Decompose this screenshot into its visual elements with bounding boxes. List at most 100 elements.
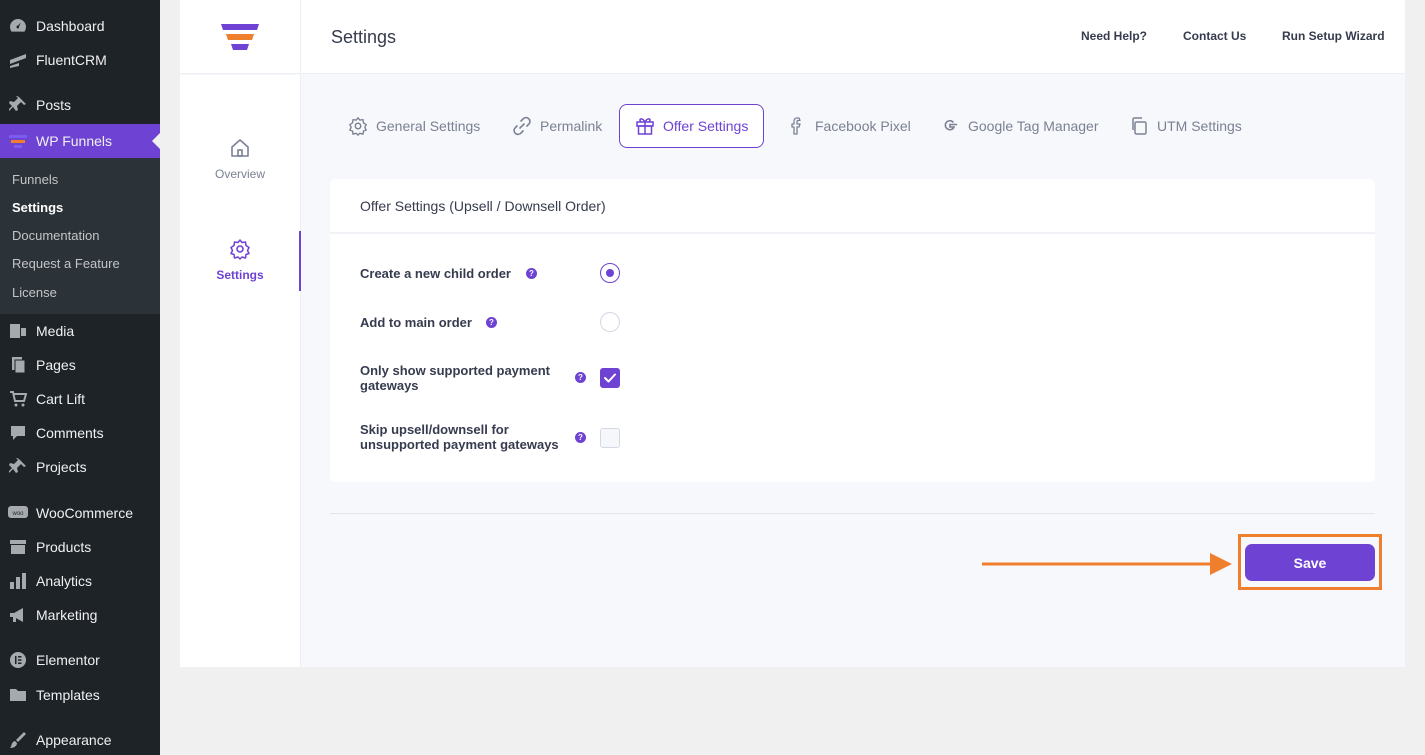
contact-us-link[interactable]: Contact Us	[1183, 29, 1246, 43]
logo-cell	[180, 0, 301, 74]
submenu-documentation[interactable]: Documentation	[12, 228, 99, 243]
tab-google-tag-manager[interactable]: Google Tag Manager	[934, 104, 1105, 148]
wp-menu-label: WooCommerce	[36, 505, 133, 521]
wp-menu-label: Analytics	[36, 573, 93, 589]
tab-label: General Settings	[376, 118, 481, 134]
page-background	[160, 667, 1425, 755]
wp-menu-label: Appearance	[36, 732, 112, 748]
folder-icon	[8, 685, 28, 705]
nav-settings-label: Settings	[216, 268, 264, 282]
wp-menu-woocommerce[interactable]: woo WooCommerce	[0, 496, 160, 530]
nav-overview[interactable]: Overview	[180, 137, 300, 181]
tab-permalink[interactable]: Permalink	[506, 104, 608, 148]
wp-menu-label: Media	[36, 323, 75, 339]
card-header: Offer Settings (Upsell / Downsell Order)	[330, 179, 1375, 234]
help-icon[interactable]: ?	[575, 432, 586, 443]
dashboard-icon	[8, 16, 28, 36]
woo-icon: woo	[8, 503, 28, 523]
help-icon[interactable]: ?	[526, 268, 537, 279]
wp-menu-label: Cart Lift	[36, 391, 86, 407]
pin-icon	[8, 95, 28, 115]
run-setup-wizard-link[interactable]: Run Setup Wizard	[1282, 29, 1385, 43]
wp-menu-label: Elementor	[36, 652, 100, 668]
wp-menu-label: FluentCRM	[36, 52, 107, 68]
wp-menu-label: Dashboard	[36, 18, 105, 34]
nav-settings[interactable]: Settings	[180, 238, 300, 282]
elementor-icon	[8, 650, 28, 670]
media-icon	[8, 321, 28, 341]
tab-utm-settings[interactable]: UTM Settings	[1123, 104, 1248, 148]
tab-general-settings[interactable]: General Settings	[342, 104, 486, 148]
section-divider	[330, 513, 1375, 514]
wp-menu-products[interactable]: Products	[0, 530, 160, 564]
wp-funnels-submenu: Funnels Settings Documentation Request a…	[0, 158, 160, 314]
plugin-left-nav: Overview Settings	[180, 75, 301, 667]
plugin-header: Settings Need Help? Contact Us Run Setup…	[180, 0, 1405, 74]
submenu-settings[interactable]: Settings	[12, 200, 63, 215]
nav-overview-label: Overview	[214, 167, 265, 181]
offer-settings-card: Offer Settings (Upsell / Downsell Order)…	[330, 179, 1375, 482]
cart-icon	[8, 389, 28, 409]
checkmark-icon	[604, 373, 616, 383]
gift-icon	[636, 118, 654, 135]
radio-add-main-order[interactable]	[600, 312, 620, 332]
fluentcrm-icon	[8, 50, 28, 70]
wp-menu-label: Products	[36, 539, 92, 555]
wp-menu-label: Projects	[36, 459, 87, 475]
submenu-license[interactable]: License	[12, 285, 57, 300]
checkbox-only-supported-gateways[interactable]	[600, 368, 620, 388]
comment-icon	[8, 423, 28, 443]
pin-icon	[8, 457, 28, 477]
wp-menu-label: Comments	[36, 425, 104, 441]
bar-chart-icon	[8, 571, 28, 591]
wp-menu-label: Templates	[36, 687, 100, 703]
wp-menu-analytics[interactable]: Analytics	[0, 564, 160, 598]
link-icon	[513, 116, 531, 136]
svg-text:woo: woo	[11, 511, 24, 517]
submenu-funnels[interactable]: Funnels	[12, 172, 58, 187]
wp-menu-projects[interactable]: Projects	[0, 450, 160, 484]
wp-menu-elementor[interactable]: Elementor	[0, 643, 160, 677]
copy-icon	[1132, 117, 1147, 135]
wp-menu-appearance[interactable]: Appearance	[0, 723, 160, 755]
facebook-icon	[791, 117, 801, 135]
radio-create-child-order[interactable]	[600, 263, 620, 283]
wp-menu-fluentcrm[interactable]: FluentCRM	[0, 43, 160, 77]
tab-label: UTM Settings	[1157, 118, 1242, 134]
google-icon	[944, 119, 958, 131]
tab-label: Offer Settings	[663, 118, 749, 134]
brush-icon	[8, 730, 28, 750]
wp-menu-comments[interactable]: Comments	[0, 416, 160, 450]
wp-menu-templates[interactable]: Templates	[0, 678, 160, 712]
wp-menu-wp-funnels[interactable]: WP Funnels	[0, 124, 160, 158]
help-icon[interactable]: ?	[486, 317, 497, 328]
tab-offer-settings[interactable]: Offer Settings	[619, 104, 765, 148]
submenu-request-feature[interactable]: Request a Feature	[12, 256, 120, 271]
tab-facebook-pixel[interactable]: Facebook Pixel	[781, 104, 917, 148]
wp-admin-sidebar: Dashboard FluentCRM Posts WP Funnels Fun…	[0, 0, 160, 755]
wp-menu-marketing[interactable]: Marketing	[0, 598, 160, 632]
tab-label: Permalink	[540, 118, 603, 134]
save-button[interactable]: Save	[1245, 544, 1375, 581]
checkbox-skip-unsupported-gateways[interactable]	[600, 428, 620, 448]
tab-label: Facebook Pixel	[815, 118, 911, 134]
card-title: Offer Settings (Upsell / Downsell Order)	[360, 198, 606, 214]
active-nav-indicator	[299, 231, 301, 291]
option-label-only-supported-gateways: Only show supported payment gateways	[360, 363, 550, 393]
wp-menu-cart-lift[interactable]: Cart Lift	[0, 382, 160, 416]
need-help-link[interactable]: Need Help?	[1081, 29, 1147, 43]
wp-menu-label: Pages	[36, 357, 76, 373]
home-icon	[231, 139, 249, 157]
wp-menu-media[interactable]: Media	[0, 314, 160, 348]
funnel-icon	[8, 131, 28, 151]
wp-menu-dashboard[interactable]: Dashboard	[0, 9, 160, 43]
page-title: Settings	[331, 27, 397, 47]
wpfunnels-logo	[221, 24, 259, 50]
annotation-arrow	[982, 553, 1232, 575]
wp-menu-pages[interactable]: Pages	[0, 348, 160, 382]
help-icon[interactable]: ?	[575, 372, 586, 383]
gear-icon	[349, 117, 367, 136]
wp-menu-posts[interactable]: Posts	[0, 88, 160, 122]
wp-menu-label: Marketing	[36, 607, 98, 623]
wp-menu-label: WP Funnels	[36, 133, 112, 149]
